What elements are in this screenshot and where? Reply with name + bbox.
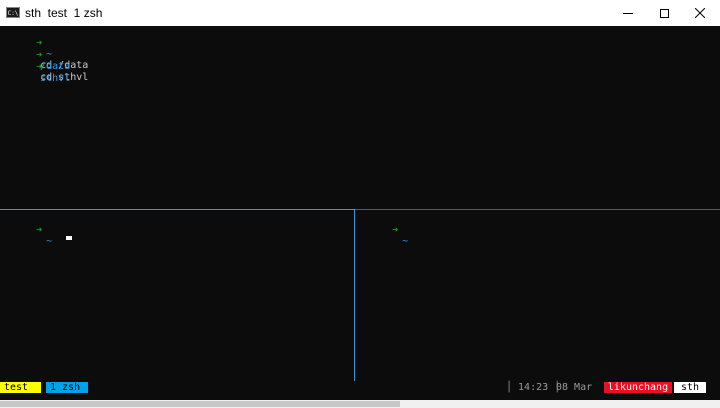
cursor xyxy=(27,222,73,255)
maximize-button[interactable] xyxy=(647,0,681,26)
window-tab-test[interactable]: test xyxy=(0,382,41,393)
status-time: │ 14:23 │ xyxy=(506,382,561,393)
window-titlebar[interactable]: C:\ sth test 1 zsh xyxy=(0,0,720,26)
prompt-dir: ~ xyxy=(402,236,409,247)
close-icon xyxy=(695,8,705,18)
horizontal-scrollbar[interactable] xyxy=(0,401,400,407)
terminal-line: ➜ sthvl xyxy=(0,51,70,106)
minimize-button[interactable] xyxy=(611,0,645,26)
cursor-block xyxy=(66,236,73,240)
prompt-arrow: ➜ xyxy=(392,225,399,236)
window-title: sth test 1 zsh xyxy=(25,6,103,20)
terminal-line: ➜ ~ xyxy=(356,214,408,258)
status-host: sth xyxy=(674,382,706,393)
active-pane-border-top xyxy=(0,209,355,210)
terminal-area[interactable]: ➜ ~ cd /data ➜ /data cd sthvl ➜ sthvl ➜ … xyxy=(0,26,720,400)
tmux-status-bar: test 1 zsh │ 14:23 │ 08 Mar likunchang s… xyxy=(0,381,720,393)
prompt-dir: sthvl xyxy=(40,73,71,84)
close-button[interactable] xyxy=(683,0,717,26)
vertical-pane-divider[interactable] xyxy=(354,209,355,381)
status-date: 08 Mar xyxy=(556,382,593,393)
prompt-arrow: ➜ xyxy=(36,62,43,73)
status-user: likunchang xyxy=(604,382,672,393)
window-tab-zsh[interactable]: 1 zsh xyxy=(46,382,88,393)
terminal-app-icon: C:\ xyxy=(6,7,20,18)
maximize-icon xyxy=(659,8,669,18)
minimize-icon xyxy=(623,12,633,14)
pane-border-top xyxy=(355,209,720,210)
